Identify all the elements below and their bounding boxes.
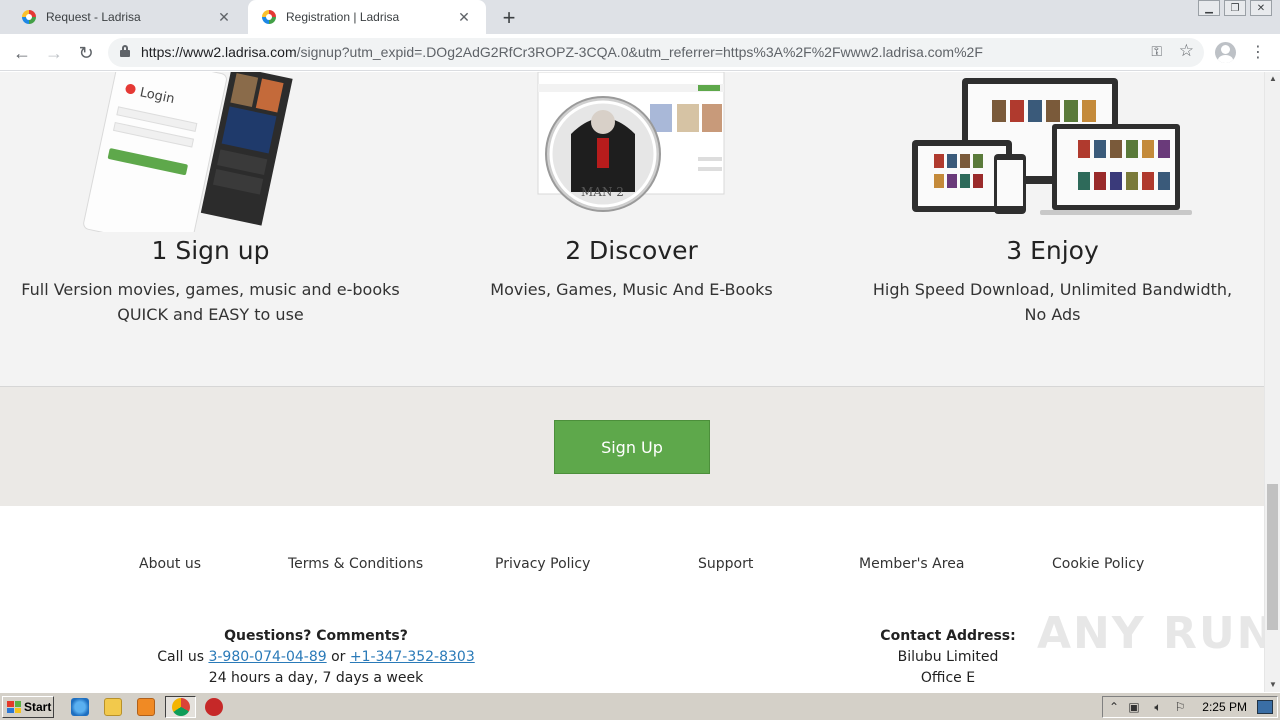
address-bar[interactable]: https://www2.ladrisa.com/signup?utm_expi… [108, 38, 1204, 67]
back-arrow-icon[interactable]: ← [10, 41, 34, 65]
scroll-down-icon[interactable]: ▼ [1265, 678, 1280, 692]
step-signup: Login 1 Sign up Full Version movies, gam… [0, 72, 421, 327]
questions-block: Questions? Comments? Call us 3-980-074-0… [136, 626, 496, 689]
anyrun-watermark: ANY RUN [1037, 608, 1276, 659]
footer: About us Terms & Conditions Privacy Poli… [0, 506, 1264, 692]
step-description: Full Version movies, games, music and e-… [21, 280, 400, 324]
support-hours: 24 hours a day, 7 days a week [208, 670, 424, 686]
vertical-scrollbar[interactable]: ▲ ▼ [1264, 72, 1280, 692]
media-player-icon[interactable] [137, 698, 155, 716]
office-line: Office E [920, 670, 976, 686]
devices-illustration [842, 72, 1263, 232]
tab-title: Registration | Ladrisa [286, 10, 400, 24]
folder-icon[interactable] [104, 698, 122, 716]
forward-arrow-icon[interactable]: → [42, 41, 66, 65]
questions-title: Questions? Comments? [224, 628, 408, 644]
cta-section: Sign Up [0, 387, 1264, 506]
step-heading: 3 Enjoy [1006, 236, 1099, 265]
lock-icon [120, 45, 130, 57]
tab-registration[interactable]: Registration | Ladrisa ✕ [248, 0, 486, 34]
step-description: Movies, Games, Music And E-Books [490, 280, 773, 299]
chrome-taskbar-button[interactable] [165, 696, 196, 718]
chrome-icon [172, 698, 190, 716]
footer-link-cookie[interactable]: Cookie Policy [1052, 556, 1144, 572]
clock[interactable]: 2:25 PM [1202, 700, 1247, 714]
contact-title: Contact Address: [880, 628, 1016, 644]
tab-title: Request - Ladrisa [46, 10, 141, 24]
close-tab-icon[interactable]: ✕ [216, 9, 232, 26]
network-icon[interactable]: ▣ [1127, 700, 1141, 714]
ladrisa-favicon-icon [262, 10, 276, 24]
alert-app-icon[interactable] [205, 698, 223, 716]
step-discover: MAN 2 2 Discover Movies, Games, Music An… [421, 72, 842, 302]
close-window-icon[interactable]: ✕ [1250, 0, 1272, 16]
ladrisa-favicon-icon [22, 10, 36, 24]
restore-icon[interactable]: ❐ [1224, 0, 1246, 16]
tab-request[interactable]: Request - Ladrisa ✕ [8, 0, 246, 34]
scroll-thumb[interactable] [1267, 484, 1278, 630]
phone-link-2[interactable]: +1-347-352-8303 [350, 649, 475, 665]
footer-link-about[interactable]: About us [139, 556, 201, 572]
step-heading: 2 Discover [565, 236, 698, 265]
sign-up-button[interactable]: Sign Up [554, 420, 710, 474]
step-heading: 1 Sign up [151, 236, 270, 265]
flag-icon[interactable]: ⚐ [1173, 700, 1187, 714]
url-text[interactable]: https://www2.ladrisa.com/signup?utm_expi… [141, 44, 983, 60]
footer-link-privacy[interactable]: Privacy Policy [495, 556, 590, 572]
minimize-icon[interactable]: ▁ [1198, 0, 1220, 16]
contact-block: Contact Address: Bilubu Limited Office E [848, 626, 1048, 689]
show-desktop-icon[interactable] [1257, 700, 1273, 714]
start-button[interactable]: Start [2, 696, 54, 718]
browser-toolbar: ← → ↻ https://www2.ladrisa.com/signup?ut… [0, 34, 1280, 71]
phone-link-1[interactable]: 3-980-074-04-89 [208, 649, 326, 665]
system-tray: ⌃ ▣ 🔈︎ ⚐ 2:25 PM [1102, 696, 1278, 718]
new-tab-icon[interactable]: + [498, 5, 520, 31]
step-description: High Speed Download, Unlimited Bandwidth… [872, 280, 1233, 324]
reload-icon[interactable]: ↻ [74, 41, 98, 65]
page-viewport: Login 1 Sign up Full Version movies, gam… [0, 72, 1264, 692]
tab-strip: Request - Ladrisa ✕ Registration | Ladri… [0, 0, 1280, 34]
company-name: Bilubu Limited [897, 649, 999, 665]
magnifier-illustration: MAN 2 [421, 72, 842, 232]
cover-text: MAN 2 [581, 185, 624, 199]
menu-dots-icon[interactable]: ⋮ [1250, 42, 1266, 62]
step-enjoy: 3 Enjoy High Speed Download, Unlimited B… [842, 72, 1263, 327]
footer-link-terms[interactable]: Terms & Conditions [288, 556, 423, 572]
bookmark-star-icon[interactable]: ☆ [1179, 41, 1194, 61]
key-icon[interactable]: ⚿ [1151, 43, 1162, 60]
windows-logo-icon [7, 701, 21, 713]
profile-avatar-icon[interactable] [1215, 42, 1236, 63]
footer-link-members[interactable]: Member's Area [859, 556, 964, 572]
phone-login-illustration: Login [0, 72, 421, 251]
call-line: Call us 3-980-074-04-89 or +1-347-352-83… [157, 649, 475, 665]
steps-section: Login 1 Sign up Full Version movies, gam… [0, 72, 1264, 387]
windows-taskbar: Start ⌃ ▣ 🔈︎ ⚐ 2:25 PM [0, 692, 1280, 720]
scroll-up-icon[interactable]: ▲ [1265, 72, 1280, 86]
show-hidden-icons-icon[interactable]: ⌃ [1107, 700, 1121, 714]
close-tab-icon[interactable]: ✕ [456, 9, 472, 26]
internet-explorer-icon[interactable] [71, 698, 89, 716]
window-controls: ▁ ❐ ✕ [1198, 0, 1272, 16]
footer-link-support[interactable]: Support [698, 556, 753, 572]
volume-icon[interactable]: 🔈︎ [1151, 700, 1165, 714]
